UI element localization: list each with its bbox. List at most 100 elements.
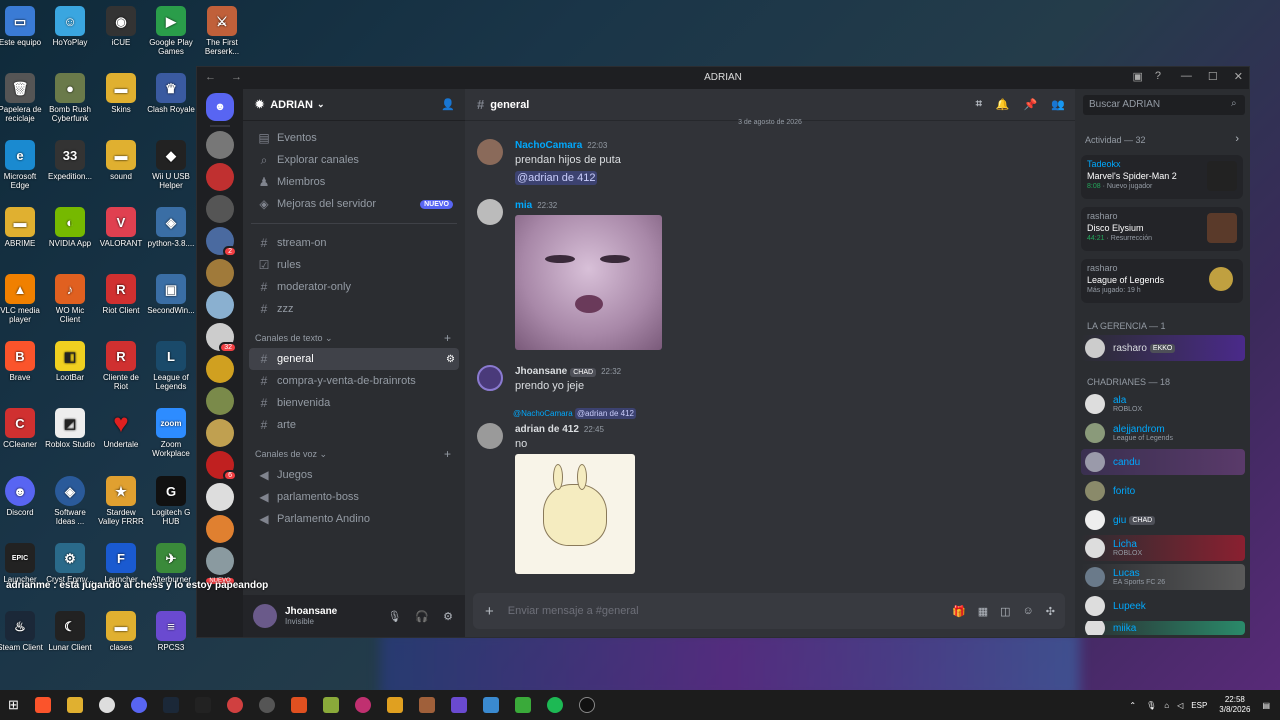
- desktop-icon[interactable]: V VALORANT: [96, 207, 146, 248]
- desktop-icon[interactable]: ♛ Clash Royale: [146, 73, 196, 114]
- clock[interactable]: 22:58 3/8/2026: [1219, 695, 1250, 715]
- desktop-icon[interactable]: 🗑 Papelera de reciclaje: [0, 73, 45, 123]
- maximize-button[interactable]: ☐: [1208, 70, 1218, 83]
- app-icon[interactable]: [578, 697, 595, 713]
- desktop-icon[interactable]: L League of Legends: [146, 341, 196, 391]
- avatar[interactable]: [253, 604, 277, 628]
- desktop-icon[interactable]: 33 Expedition...: [45, 140, 95, 181]
- server-icon[interactable]: [206, 259, 234, 287]
- discord-icon[interactable]: [130, 697, 147, 713]
- member-row[interactable]: giu CHAD: [1081, 507, 1245, 533]
- channel-zzz[interactable]: # zzz: [249, 298, 459, 320]
- nav-members[interactable]: ♟ Miembros: [249, 171, 459, 193]
- desktop-icon[interactable]: ▬ clases: [96, 611, 146, 652]
- activity-card[interactable]: rasharo Disco Elysium 44:21 · Resurrecci…: [1081, 207, 1243, 251]
- network-icon[interactable]: ⌂: [1164, 701, 1169, 710]
- channel-arte[interactable]: # arte: [249, 414, 459, 436]
- search-input[interactable]: Buscar ADRIAN: [1083, 95, 1245, 115]
- desktop-icon[interactable]: ♪ WO Mic Client: [45, 274, 95, 324]
- add-channel-icon[interactable]: +: [444, 331, 451, 345]
- chevron-right-icon[interactable]: ›: [1235, 133, 1239, 145]
- member-list-icon[interactable]: 👥: [1051, 98, 1065, 111]
- server-icon[interactable]: [206, 483, 234, 511]
- inbox-icon[interactable]: ▣: [1132, 70, 1142, 83]
- emoji-icon[interactable]: ☺: [1023, 605, 1034, 618]
- minecraft-icon[interactable]: [514, 697, 531, 713]
- server-icon[interactable]: [206, 419, 234, 447]
- gift-icon[interactable]: 🎁: [952, 605, 966, 618]
- avatar[interactable]: [477, 365, 503, 391]
- desktop-icon[interactable]: ▬ Skins: [96, 73, 146, 114]
- channel-general[interactable]: # general ⚙: [249, 348, 459, 370]
- desktop-icon[interactable]: ▲ VLC media player: [0, 274, 45, 324]
- server-header[interactable]: ✹ ADRIAN ⌄ 👤: [243, 89, 465, 121]
- rpcs3-icon[interactable]: [450, 697, 467, 713]
- desktop-icon[interactable]: ≡ RPCS3: [146, 611, 196, 652]
- add-attachment-icon[interactable]: +: [485, 603, 494, 620]
- desktop-icon[interactable]: ☾ Lunar Client: [45, 611, 95, 652]
- steam-icon[interactable]: [162, 697, 179, 713]
- desktop-icon[interactable]: ☺ HoYoPlay: [45, 6, 95, 47]
- desktop-icon[interactable]: e Microsoft Edge: [0, 140, 45, 190]
- desktop-icon[interactable]: ◧ LootBar: [45, 341, 95, 382]
- threads-icon[interactable]: ⌗: [976, 98, 982, 111]
- epic-icon[interactable]: [194, 697, 211, 713]
- category-voice[interactable]: Canales de voz ⌄ +: [243, 444, 465, 464]
- desktop-icon[interactable]: F Launcher: [96, 543, 146, 584]
- desktop-icon[interactable]: ▬ sound: [96, 140, 146, 181]
- spotify-icon[interactable]: [546, 697, 563, 713]
- app-icon[interactable]: [226, 697, 243, 713]
- channel-compra-y-venta[interactable]: # compra-y-venta-de-brainrots: [249, 370, 459, 392]
- desktop-icon[interactable]: ◆ Wii U USB Helper: [146, 140, 196, 190]
- avatar[interactable]: [477, 423, 503, 449]
- desktop-icon[interactable]: ⚙ Cryst Epmy...: [45, 543, 95, 584]
- desktop-icon[interactable]: C CCleaner: [0, 408, 45, 449]
- voice-parlamento-andino[interactable]: ◀ Parlamento Andino: [249, 508, 459, 530]
- desktop-icon[interactable]: ◉ iCUE: [96, 6, 146, 47]
- apps-icon[interactable]: ✣: [1046, 605, 1055, 618]
- server-icon[interactable]: 6: [206, 451, 237, 481]
- desktop-icon[interactable]: ★ Stardew Valley FRRR: [96, 476, 146, 526]
- app-icon[interactable]: [354, 697, 371, 713]
- desktop-icon[interactable]: R Riot Client: [96, 274, 146, 315]
- activity-card[interactable]: Tadeokx Marvel's Spider-Man 2 8:08 · Nue…: [1081, 155, 1243, 199]
- message-author[interactable]: Jhoansane: [515, 366, 567, 377]
- desktop-icon[interactable]: ◈ Software Ideas ...: [45, 476, 95, 526]
- microphone-icon[interactable]: 🎙: [387, 610, 401, 623]
- desktop-icon[interactable]: ▬ ABRIME: [0, 207, 45, 248]
- desktop-icon[interactable]: ◩ Roblox Studio: [45, 408, 95, 449]
- windows-start-icon[interactable]: ⊞: [8, 697, 19, 713]
- channel-bienvenida[interactable]: # bienvenida: [249, 392, 459, 414]
- nav-boosts[interactable]: ◈ Mejoras del servidor NUEVO: [249, 193, 459, 215]
- member-row[interactable]: ala ROBLOX: [1081, 391, 1245, 417]
- member-row[interactable]: Lupeek: [1081, 593, 1245, 619]
- bell-icon[interactable]: 🔔: [996, 98, 1010, 111]
- category-text[interactable]: Canales de texto ⌄ +: [243, 328, 465, 348]
- desktop-icon[interactable]: ◈ python-3.8....: [146, 207, 196, 248]
- member-row[interactable]: candu: [1081, 449, 1245, 475]
- server-icon[interactable]: [206, 291, 234, 319]
- minimize-button[interactable]: —: [1181, 70, 1192, 83]
- server-icon[interactable]: [206, 387, 234, 415]
- voice-parlamento-boss[interactable]: ◀ parlamento-boss: [249, 486, 459, 508]
- app-icon[interactable]: [258, 697, 275, 713]
- desktop-icon[interactable]: ✈ Afterburner: [146, 543, 196, 584]
- settings-icon[interactable]: ⚙: [446, 354, 455, 365]
- desktop-icon[interactable]: ● Bomb Rush Cyberfunk: [45, 73, 95, 123]
- app-icon[interactable]: [322, 697, 339, 713]
- mention[interactable]: @adrian de 412: [515, 171, 598, 185]
- desktop-icon[interactable]: ☻ Discord: [0, 476, 45, 517]
- desktop-icon[interactable]: ▣ SecondWin...: [146, 274, 196, 315]
- chevron-up-icon[interactable]: ⌃: [1129, 701, 1136, 710]
- message-author[interactable]: mia: [515, 200, 532, 211]
- server-icon[interactable]: [206, 515, 234, 543]
- server-icon[interactable]: [206, 195, 234, 223]
- pin-icon[interactable]: 📌: [1024, 98, 1038, 111]
- language-indicator[interactable]: ESP: [1191, 701, 1207, 710]
- settings-icon[interactable]: ⚙: [443, 610, 453, 623]
- desktop-icon[interactable]: ▭ Este equipo: [0, 6, 45, 47]
- app-icon[interactable]: [290, 697, 307, 713]
- app-icon[interactable]: [482, 697, 499, 713]
- channel-moderator-only[interactable]: # moderator-only: [249, 276, 459, 298]
- brave-icon[interactable]: [34, 697, 51, 713]
